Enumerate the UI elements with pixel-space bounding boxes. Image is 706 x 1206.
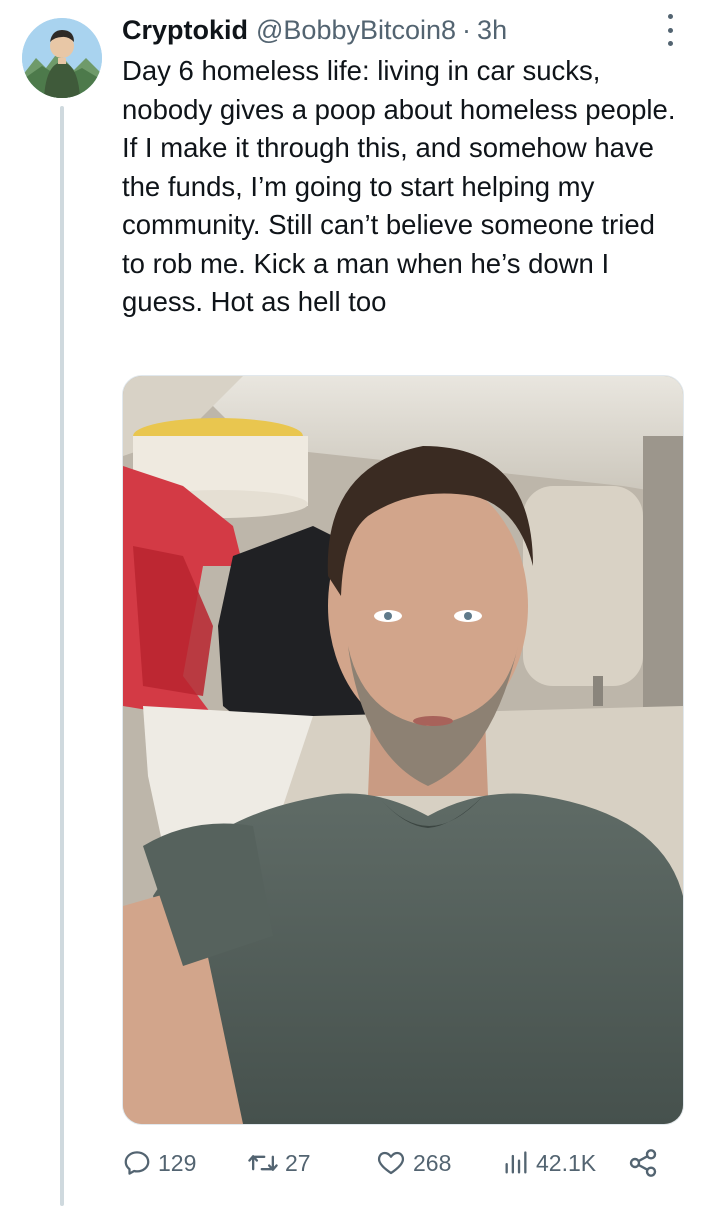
user-handle[interactable]: @BobbyBitcoin8 xyxy=(256,15,456,46)
share-button[interactable] xyxy=(627,1140,659,1186)
tweet-photo[interactable] xyxy=(122,375,684,1125)
views-icon xyxy=(502,1148,530,1178)
share-icon xyxy=(627,1147,659,1179)
views-button[interactable]: 42.1K xyxy=(502,1140,596,1186)
retweet-icon xyxy=(247,1148,279,1178)
retweet-count: 27 xyxy=(285,1149,311,1176)
like-count: 268 xyxy=(413,1149,452,1176)
avatar-column xyxy=(22,18,102,1206)
views-count: 42.1K xyxy=(536,1149,597,1176)
heart-icon xyxy=(375,1148,407,1178)
tweet: Cryptokid @BobbyBitcoin8 · 3h Day 6 home… xyxy=(0,0,706,1206)
thread-line xyxy=(60,106,64,1206)
reply-count: 129 xyxy=(158,1149,197,1176)
like-button[interactable]: 268 xyxy=(375,1140,451,1186)
display-name[interactable]: Cryptokid xyxy=(122,15,248,46)
timestamp[interactable]: 3h xyxy=(477,15,507,46)
tweet-header: Cryptokid @BobbyBitcoin8 · 3h xyxy=(122,12,507,48)
reply-button[interactable]: 129 xyxy=(122,1140,196,1186)
separator-dot: · xyxy=(462,14,472,45)
reply-icon xyxy=(122,1148,152,1178)
more-options-icon[interactable] xyxy=(664,14,676,46)
avatar[interactable] xyxy=(22,18,102,98)
tweet-actions: 129 27 268 42.1K xyxy=(122,1140,682,1186)
tweet-text: Day 6 homeless life: living in car sucks… xyxy=(122,55,684,317)
retweet-button[interactable]: 27 xyxy=(247,1140,311,1186)
